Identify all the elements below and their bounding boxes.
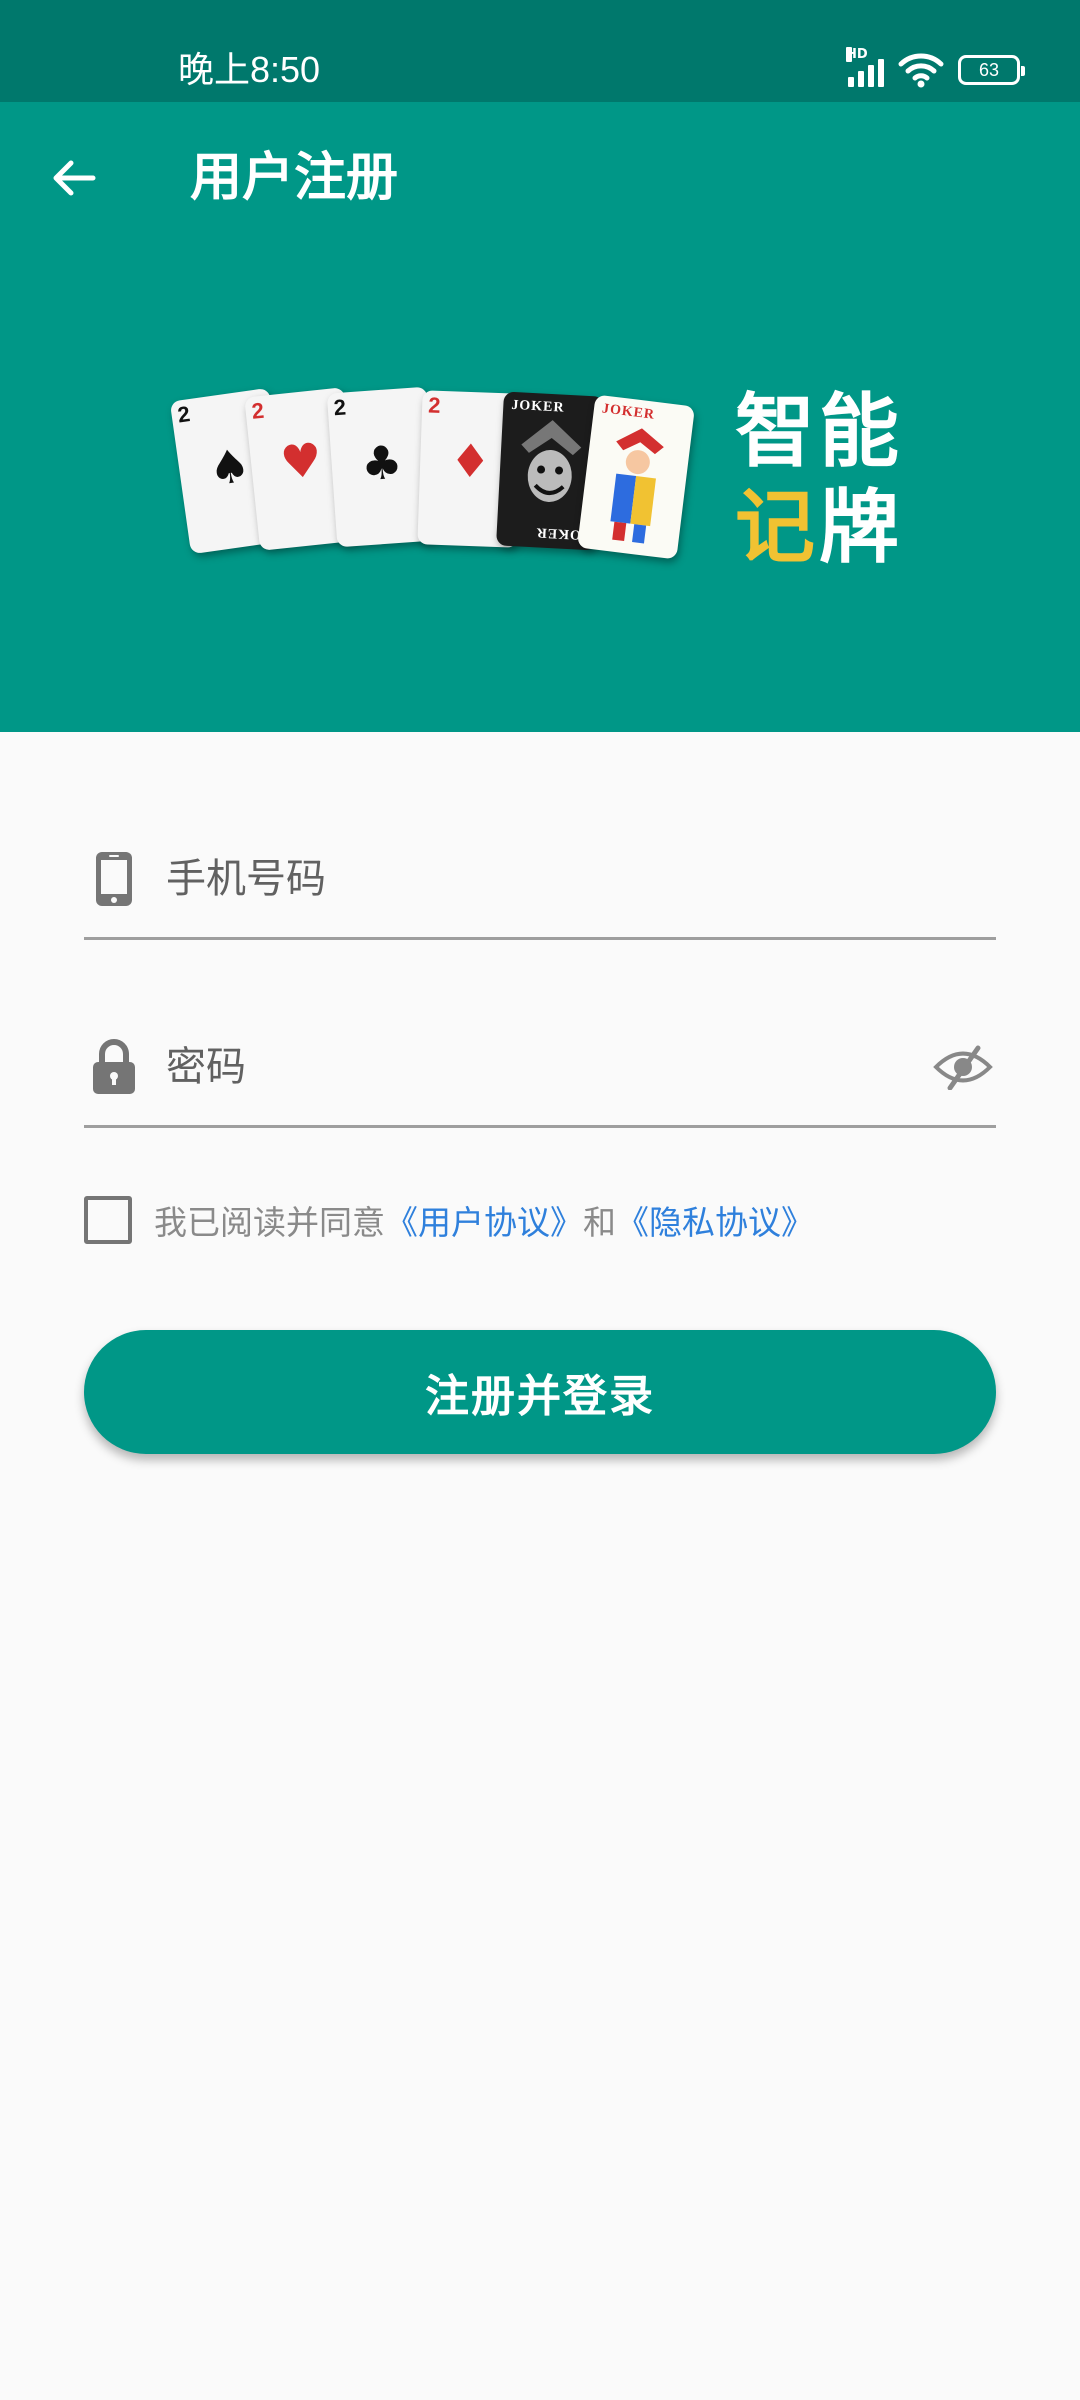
card-rank: 2	[332, 394, 347, 421]
card-color-joker: JOKER	[576, 394, 696, 560]
battery-icon: 63	[958, 55, 1025, 85]
phone-field	[84, 820, 996, 940]
banner: 2 ♠ 2 ♥ 2 ♣ 2 ♦ JOKER JOKER JOKER 智能 记牌	[169, 382, 910, 682]
arrow-left-icon	[53, 160, 96, 196]
brand-line-1: 智能	[735, 385, 903, 478]
brand-char-ji: 记	[735, 481, 819, 574]
jester-figure-icon	[610, 428, 664, 544]
club-icon: ♣	[359, 434, 405, 492]
lock-icon	[84, 1037, 144, 1097]
card-rank: 2	[175, 401, 192, 428]
register-form: 我已阅读并同意《用户协议》和《隐私协议》 注册并登录	[84, 820, 996, 1454]
card-rank: 2	[250, 397, 266, 424]
battery-level: 63	[978, 59, 1000, 80]
agreement-row: 我已阅读并同意《用户协议》和《隐私协议》	[84, 1192, 996, 1248]
agreement-prefix: 我已阅读并同意	[154, 1203, 385, 1242]
wifi-icon	[898, 53, 944, 88]
password-field	[84, 1008, 996, 1128]
app-bar: 用户注册 2 ♠ 2 ♥ 2 ♣ 2 ♦ JOKER JOKER JOKER 智…	[0, 102, 1080, 732]
password-visibility-toggle[interactable]	[930, 1037, 996, 1097]
phone-input[interactable]	[166, 848, 996, 909]
card-rank: 2	[427, 392, 441, 418]
eye-off-icon	[933, 1045, 993, 1090]
brand-logo-text: 智能 记牌	[735, 384, 903, 576]
user-agreement-link[interactable]: 《用户协议》	[385, 1203, 583, 1242]
agreement-checkbox[interactable]	[84, 1196, 132, 1244]
status-bar: 晚上8:50 HD 63	[0, 0, 1080, 102]
signal-icon: HD	[846, 47, 884, 87]
brand-char-pai: 牌	[819, 481, 903, 574]
password-input[interactable]	[166, 1036, 930, 1097]
page-title: 用户注册	[190, 148, 399, 208]
status-time: 晚上8:50	[178, 49, 321, 90]
privacy-agreement-link[interactable]: 《隐私协议》	[616, 1203, 814, 1242]
agreement-text: 我已阅读并同意《用户协议》和《隐私协议》	[154, 1196, 814, 1244]
status-icons: HD 63	[846, 47, 1025, 88]
network-label: HD	[846, 47, 868, 62]
back-button[interactable]	[34, 138, 114, 218]
agreement-conjunction: 和	[583, 1203, 616, 1242]
brand-line-2: 记牌	[735, 480, 903, 576]
phone-icon	[84, 849, 144, 909]
register-and-login-button[interactable]: 注册并登录	[84, 1330, 996, 1454]
